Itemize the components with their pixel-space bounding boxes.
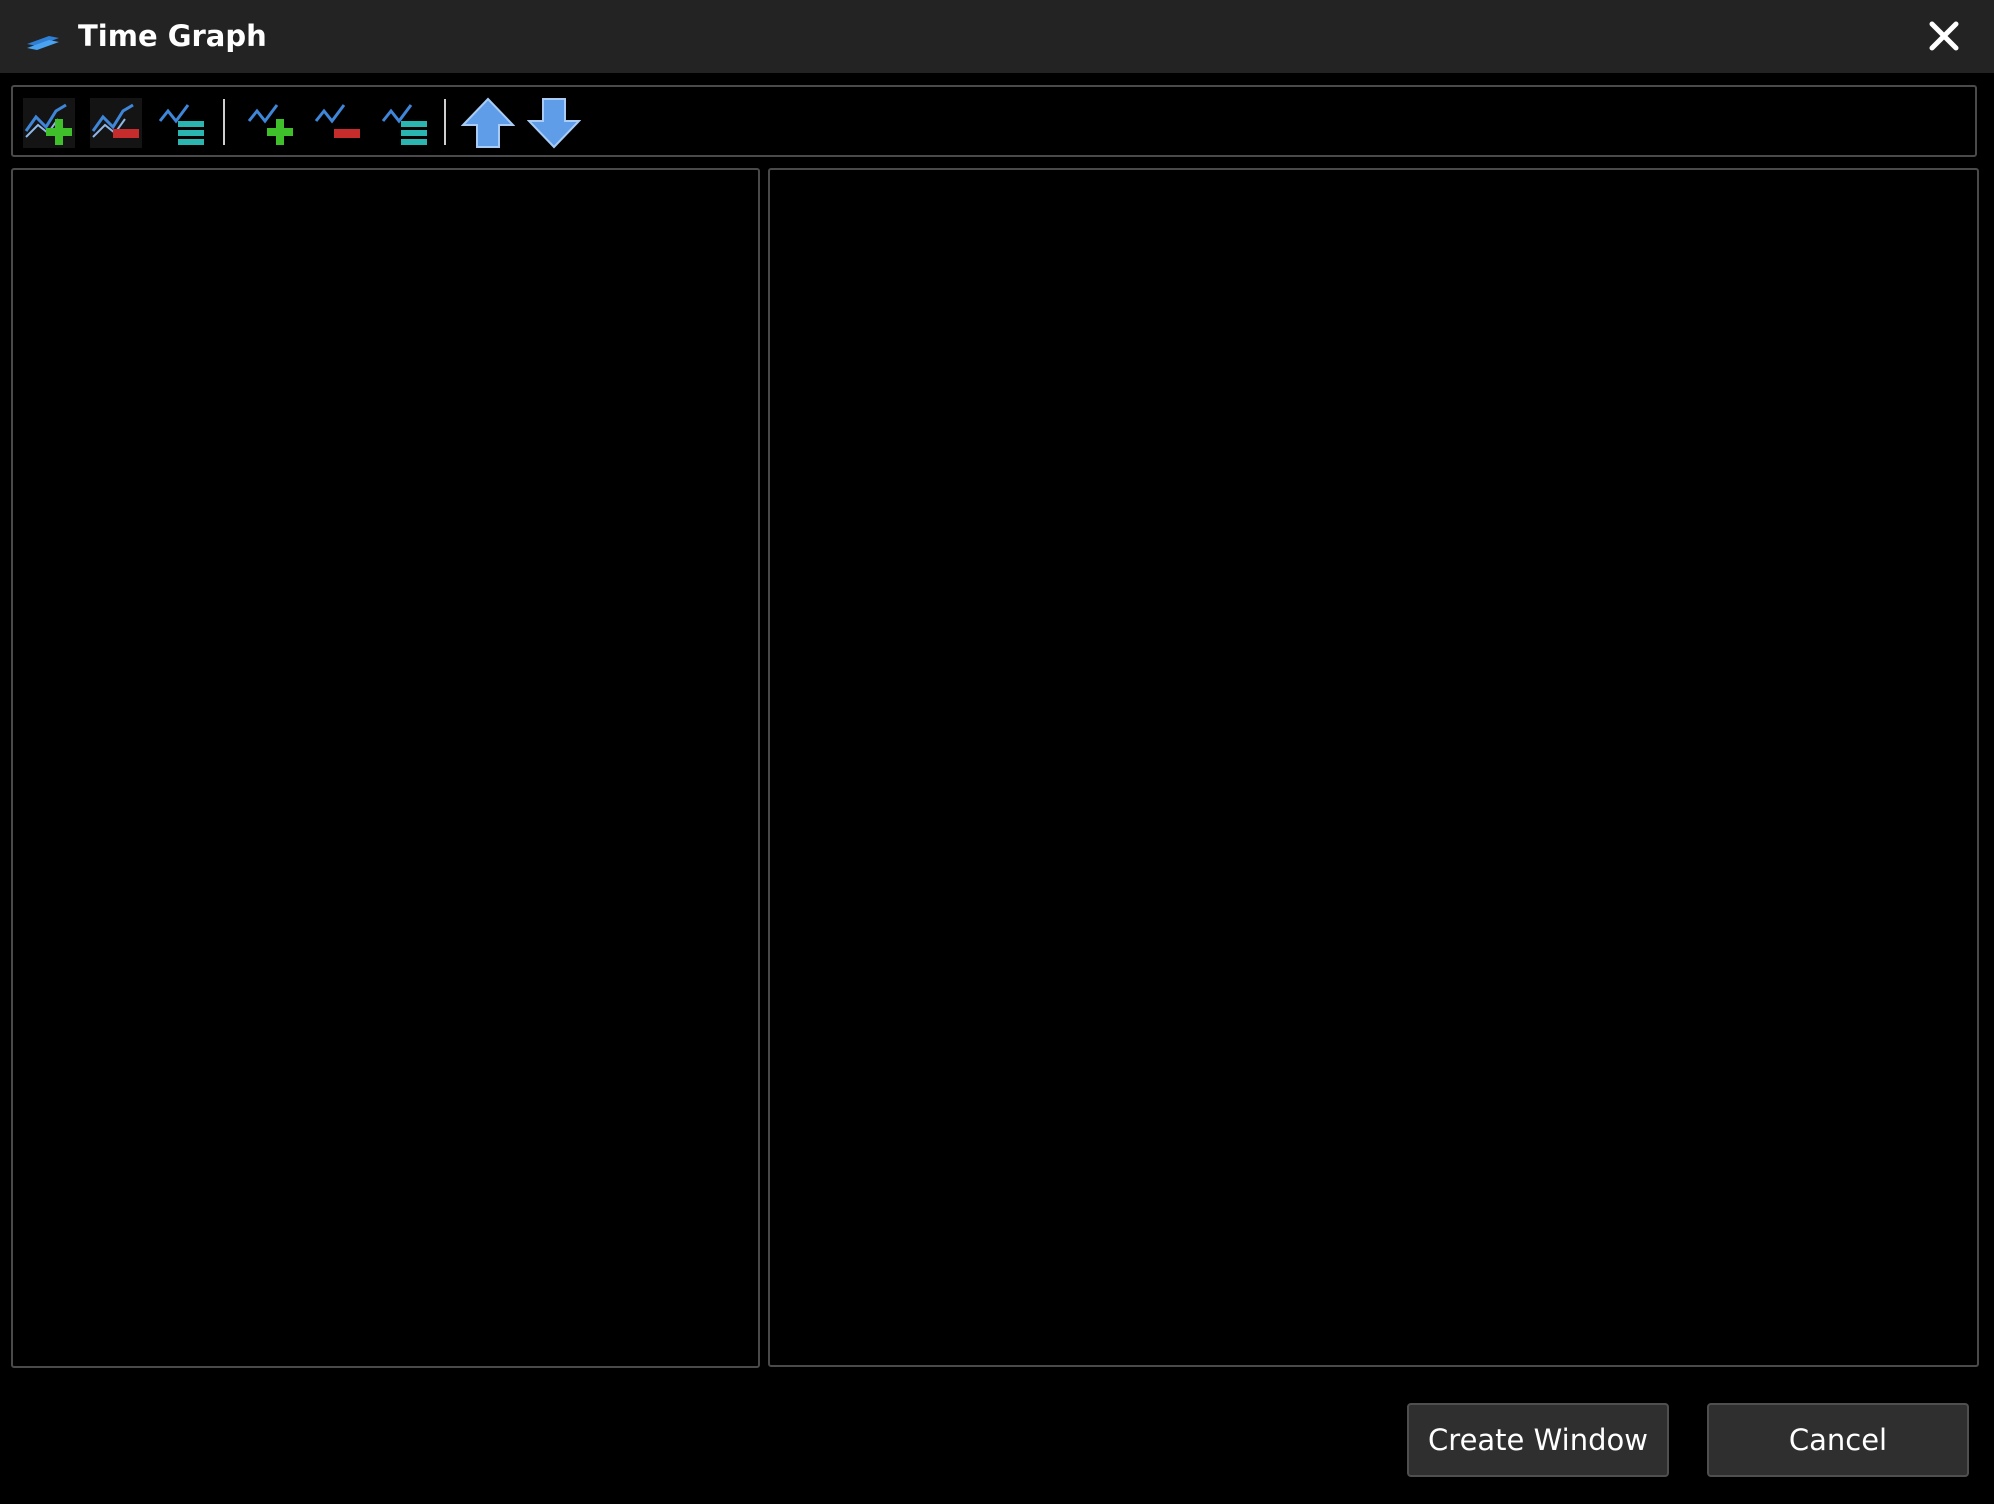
layers-icon <box>27 36 59 50</box>
graph-properties-icon[interactable] <box>156 97 210 149</box>
title-bar: Time Graph <box>0 0 1994 73</box>
toolbar <box>11 85 1977 157</box>
window-title: Time Graph <box>78 19 267 53</box>
remove-series-icon[interactable] <box>312 97 366 149</box>
series-properties-icon[interactable] <box>379 97 433 149</box>
toolbar-separator <box>223 99 225 145</box>
move-up-icon[interactable] <box>461 97 515 149</box>
close-icon[interactable] <box>1924 16 1964 56</box>
cancel-button[interactable]: Cancel <box>1707 1403 1969 1477</box>
move-down-icon[interactable] <box>527 97 581 149</box>
remove-graph-icon[interactable] <box>89 97 143 149</box>
graph-preview-panel[interactable] <box>768 168 1979 1367</box>
create-window-button[interactable]: Create Window <box>1407 1403 1669 1477</box>
toolbar-separator <box>444 99 446 145</box>
add-graph-icon[interactable] <box>22 97 76 149</box>
graph-list-panel[interactable] <box>11 168 760 1368</box>
add-series-icon[interactable] <box>245 97 299 149</box>
